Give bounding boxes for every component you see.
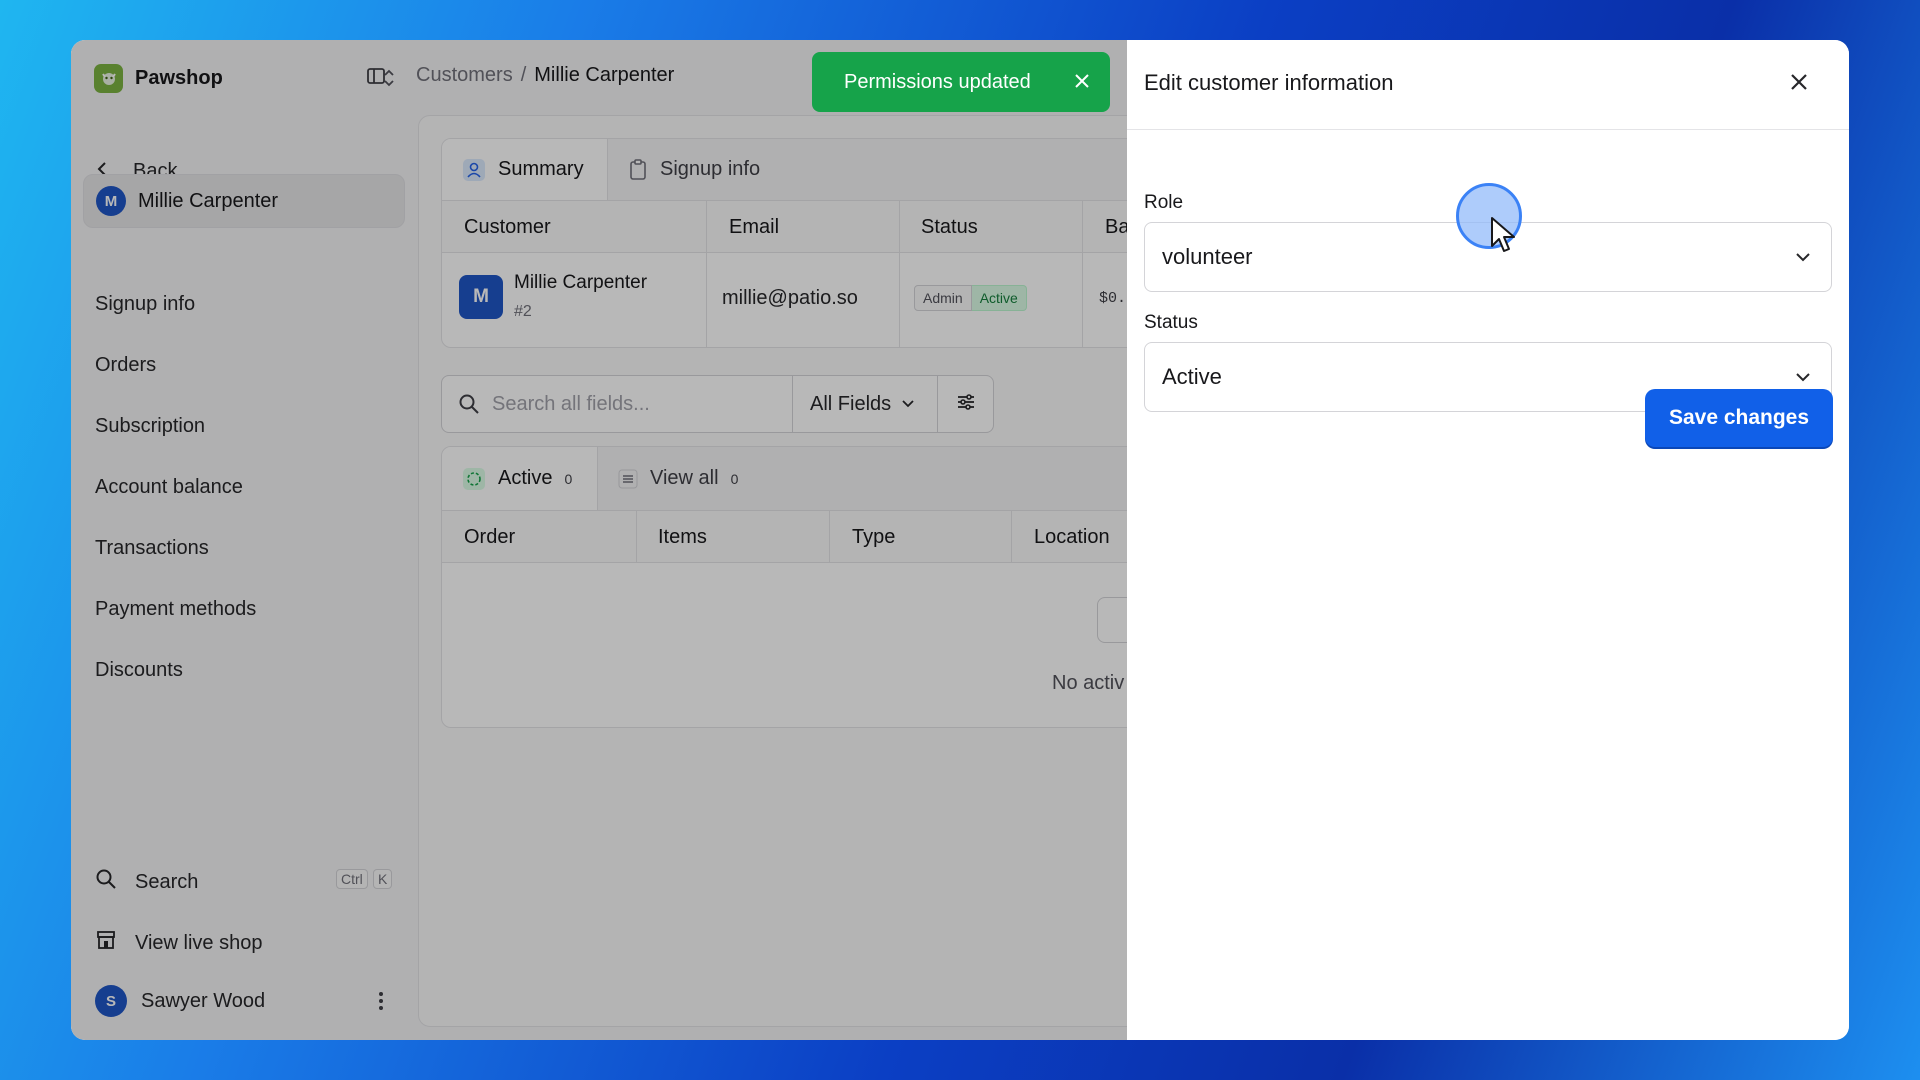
close-icon[interactable] [1072, 71, 1092, 97]
role-label: Role [1144, 192, 1184, 213]
toast-notification: Permissions updated [812, 52, 1110, 112]
role-value: volunteer [1162, 244, 1253, 269]
status-value: Active [1162, 364, 1222, 389]
close-icon [1791, 74, 1807, 90]
chevron-down-icon [1793, 247, 1813, 273]
close-drawer-button[interactable] [1787, 70, 1811, 99]
modal-backdrop[interactable] [71, 40, 1127, 1040]
save-changes-button[interactable]: Save changes [1645, 389, 1833, 447]
toast-message: Permissions updated [844, 70, 1031, 93]
drawer-title: Edit customer information [1144, 70, 1394, 95]
status-label: Status [1144, 312, 1198, 333]
app-window: Pawshop Back M Millie Carpenter Signup i… [71, 40, 1849, 1040]
divider [1127, 129, 1849, 130]
mouse-cursor-icon [1490, 216, 1520, 261]
